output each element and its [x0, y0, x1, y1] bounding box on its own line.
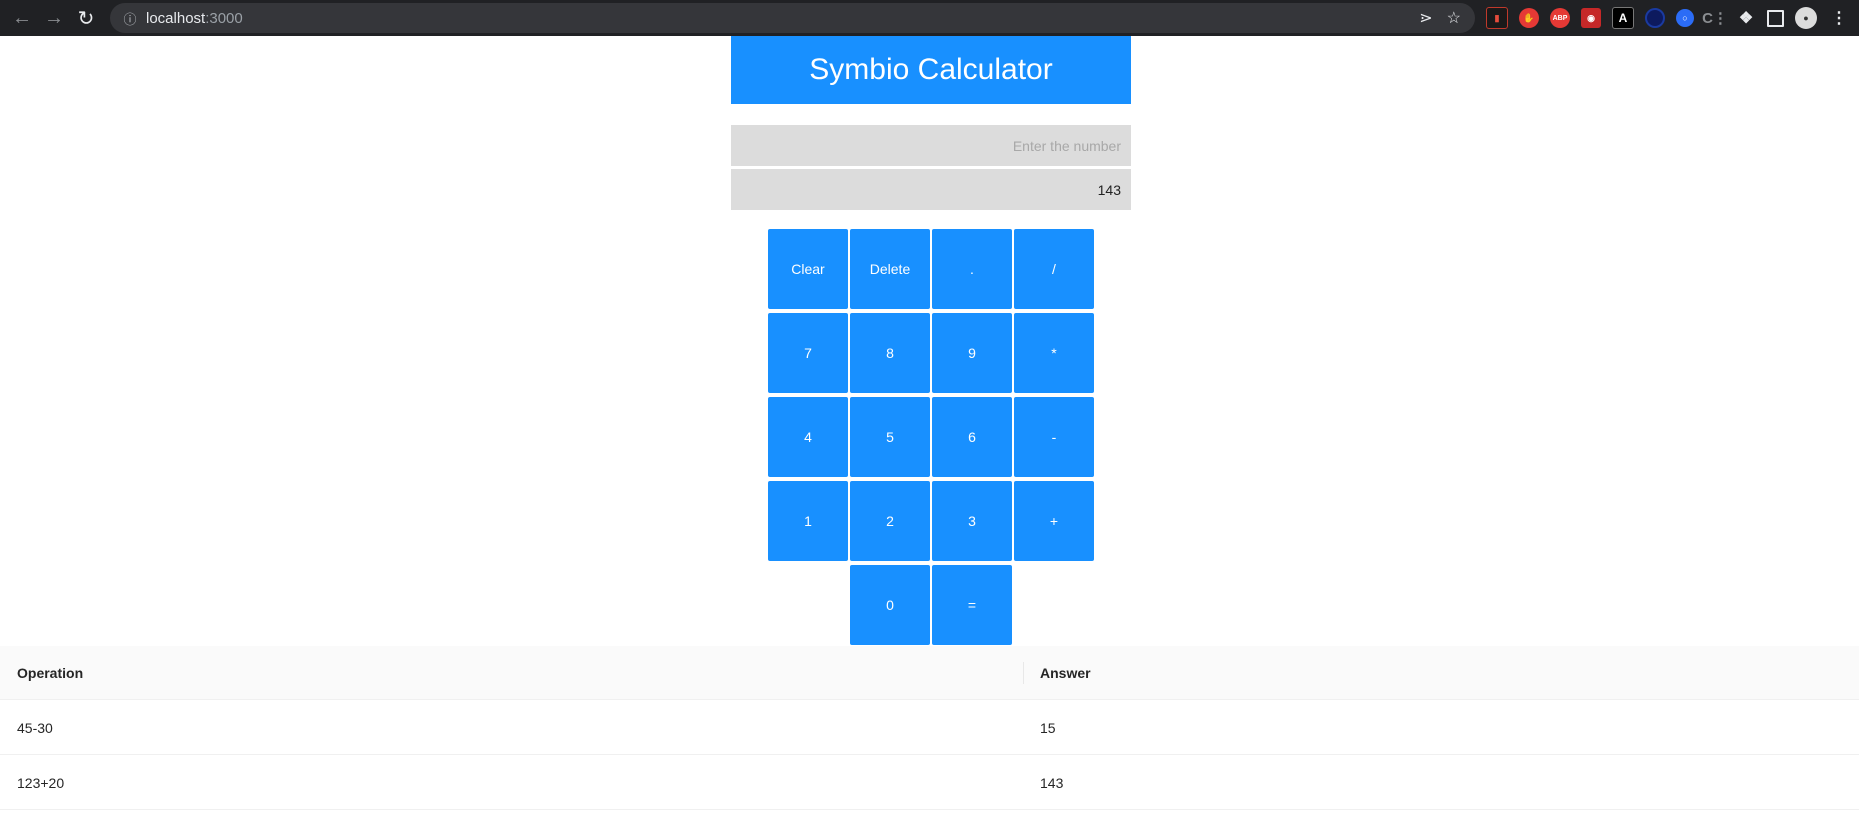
table-header: Operation Answer: [0, 646, 1859, 700]
delete-button[interactable]: Delete: [850, 229, 930, 309]
url-port: :3000: [205, 9, 243, 27]
url-host: localhost: [146, 9, 206, 27]
chart-extension-icon[interactable]: ▮: [1486, 7, 1508, 29]
digit-8-button[interactable]: 8: [850, 313, 930, 393]
operation-cell: 45-30: [17, 719, 53, 736]
puzzle-red-extension-icon[interactable]: ◉: [1581, 8, 1601, 28]
side-panel-icon[interactable]: [1767, 9, 1784, 27]
column-header-operation: Operation: [17, 665, 84, 681]
minus-button[interactable]: -: [1014, 397, 1094, 477]
menu-kebab-icon[interactable]: ⋮: [1829, 8, 1849, 28]
dark-circle-extension-icon[interactable]: [1645, 8, 1665, 28]
number-input[interactable]: [731, 125, 1131, 166]
answer-cell: 143: [1040, 774, 1064, 791]
css-extension-icon[interactable]: C⋮: [1702, 8, 1728, 28]
column-header-answer: Answer: [1040, 665, 1091, 681]
plus-button[interactable]: +: [1014, 481, 1094, 561]
extensions-puzzle-icon[interactable]: ❖: [1736, 8, 1756, 28]
table-row: 45-30 15: [0, 700, 1859, 755]
multiply-button[interactable]: *: [1014, 313, 1094, 393]
clear-button[interactable]: Clear: [768, 229, 848, 309]
digit-5-button[interactable]: 5: [850, 397, 930, 477]
forward-arrow-icon[interactable]: →: [38, 2, 70, 34]
extensions-bar: ▮ ✋ ABP ◉ A ○ C⋮ ❖ ● ⋮: [1476, 3, 1856, 33]
stop-hand-extension-icon[interactable]: ✋: [1519, 8, 1539, 28]
address-url: localhost:3000: [146, 10, 243, 27]
divide-button[interactable]: /: [1014, 229, 1094, 309]
digit-0-button[interactable]: 0: [850, 565, 930, 645]
digit-6-button[interactable]: 6: [932, 397, 1012, 477]
digit-3-button[interactable]: 3: [932, 481, 1012, 561]
history-table: Operation Answer 45-30 15 123+20 143: [0, 646, 1859, 822]
operation-cell: 123+20: [17, 774, 65, 791]
answer-cell: 15: [1040, 719, 1056, 736]
digit-4-button[interactable]: 4: [768, 397, 848, 477]
result-display: 143: [731, 169, 1131, 210]
digit-9-button[interactable]: 9: [932, 313, 1012, 393]
decimal-button[interactable]: .: [932, 229, 1012, 309]
back-arrow-icon[interactable]: ←: [6, 2, 38, 34]
adblock-plus-extension-icon[interactable]: ABP: [1550, 8, 1570, 28]
site-info-icon[interactable]: ⓘ: [122, 9, 138, 28]
share-icon[interactable]: ⋗: [1419, 8, 1432, 28]
table-row: 123+20 143: [0, 755, 1859, 810]
calculator-title: Symbio Calculator: [731, 36, 1131, 104]
digit-2-button[interactable]: 2: [850, 481, 930, 561]
digit-7-button[interactable]: 7: [768, 313, 848, 393]
reload-icon[interactable]: ↻: [70, 2, 102, 34]
profile-avatar-icon[interactable]: ●: [1795, 7, 1817, 29]
browser-toolbar: ← → ↻ ⓘ localhost:3000 ⋗ ☆ ▮ ✋ ABP ◉ A ○…: [0, 0, 1859, 36]
blue-circle-extension-icon[interactable]: ○: [1676, 9, 1694, 27]
address-bar[interactable]: ⓘ localhost:3000 ⋗ ☆: [110, 3, 1475, 33]
bookmark-star-icon[interactable]: ☆: [1447, 8, 1461, 28]
column-divider: [1023, 662, 1024, 684]
equals-button[interactable]: =: [932, 565, 1012, 645]
a-extension-icon[interactable]: A: [1612, 7, 1634, 29]
digit-1-button[interactable]: 1: [768, 481, 848, 561]
